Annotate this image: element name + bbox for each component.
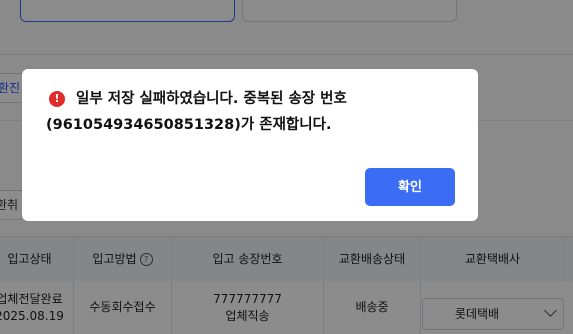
alert-message-line2: (961054934650851328)가 존재합니다.: [46, 117, 332, 133]
confirm-button[interactable]: 확인: [365, 168, 455, 206]
alert-message: 일부 저장 실패하였습니다. 중복된 송장 번호 (96105493465085…: [46, 86, 466, 138]
alert-dialog: ! 일부 저장 실패하였습니다. 중복된 송장 번호 (961054934650…: [22, 69, 478, 221]
alert-message-line1: 일부 저장 실패하였습니다. 중복된 송장 번호: [76, 91, 347, 107]
